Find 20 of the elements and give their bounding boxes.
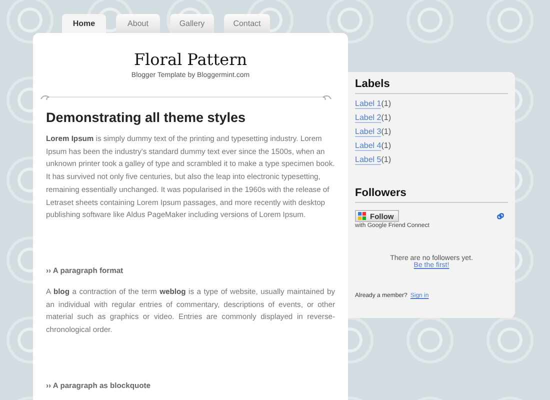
link-icon[interactable] [497, 212, 504, 220]
widget-title: Followers [355, 187, 508, 203]
colored-squares-icon [358, 212, 366, 220]
blog-title: Floral Pattern [132, 50, 248, 69]
nav-tab[interactable]: Contact [224, 14, 270, 33]
nav-tab[interactable]: Home [62, 14, 106, 33]
label-count: (1) [381, 141, 392, 150]
label-link[interactable]: Label 3 [355, 127, 382, 137]
widget-title: Labels [355, 78, 508, 94]
nav-tab[interactable]: Gallery [170, 14, 214, 33]
post-title: Demonstrating all theme styles [46, 110, 247, 125]
label-link[interactable]: Label 5 [355, 155, 382, 165]
label-link[interactable]: Label 4 [355, 141, 382, 151]
nav-tab[interactable]: About [116, 14, 160, 33]
label-count: (1) [381, 155, 392, 164]
label-link[interactable]: Label 1 [355, 99, 382, 109]
label-count: (1) [381, 113, 392, 122]
label-link[interactable]: Label 2 [355, 113, 382, 123]
label-count: (1) [381, 127, 392, 136]
label-count: (1) [381, 99, 392, 108]
